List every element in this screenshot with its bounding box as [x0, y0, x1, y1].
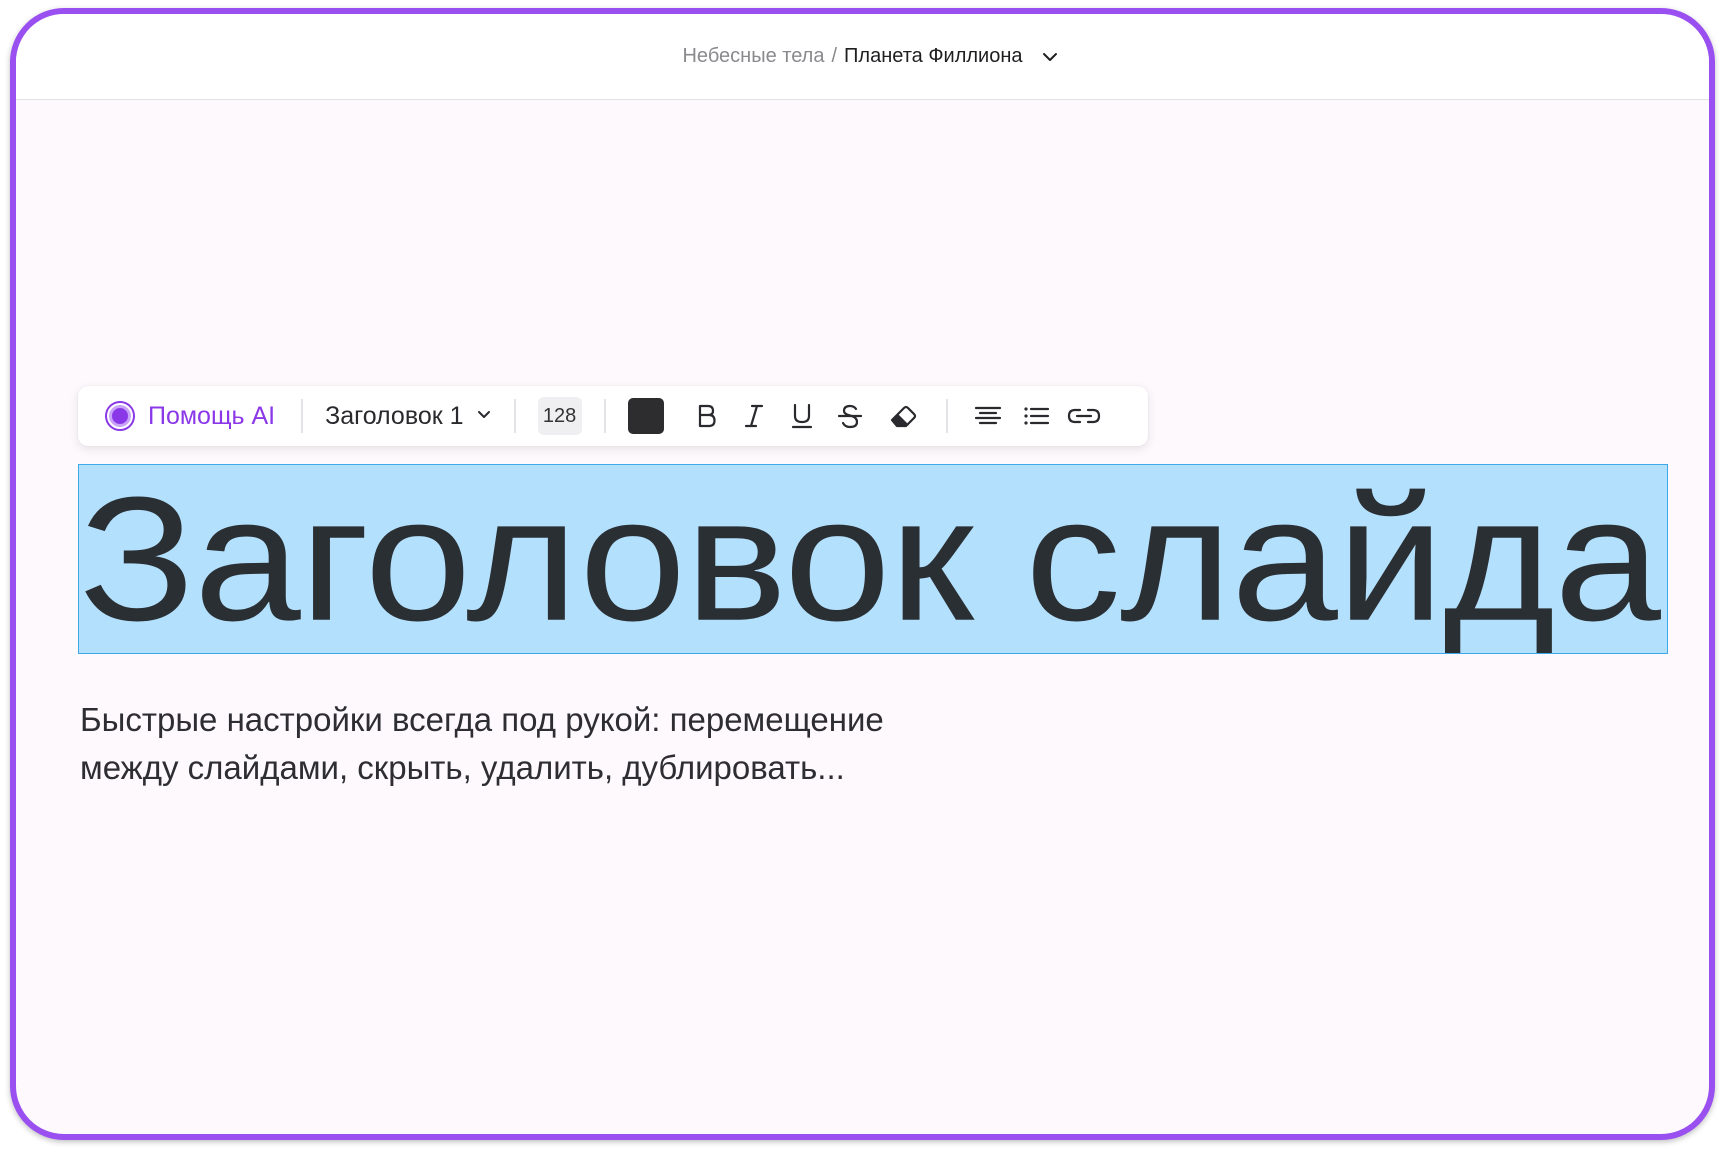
bullet-list-button[interactable]	[1012, 386, 1060, 446]
subtitle-line: между слайдами, скрыть, удалить, дублиро…	[80, 749, 845, 786]
breadcrumb: Небесные тела / Планета Филлиона	[682, 45, 1058, 68]
top-bar: Небесные тела / Планета Филлиона	[16, 14, 1709, 100]
app-frame: Небесные тела / Планета Филлиона Помощь …	[10, 8, 1715, 1140]
slide-heading[interactable]: Заголовок слайда	[79, 470, 1661, 648]
italic-button[interactable]	[730, 386, 778, 446]
underline-button[interactable]	[778, 386, 826, 446]
align-button[interactable]	[964, 386, 1012, 446]
chevron-down-icon	[476, 406, 492, 427]
underline-icon	[791, 403, 812, 429]
ai-help-label: Помощь AI	[148, 401, 276, 430]
ai-help-button[interactable]: Помощь AI	[78, 386, 301, 446]
chevron-down-icon[interactable]	[1041, 48, 1059, 66]
ai-sparkle-icon	[104, 400, 136, 432]
text-format-toolbar: Помощь AI Заголовок 1 128	[78, 386, 1148, 446]
toolbar-divider	[945, 399, 948, 433]
strikethrough-icon	[837, 404, 862, 429]
bold-icon	[698, 404, 716, 428]
breadcrumb-parent[interactable]: Небесные тела	[682, 45, 824, 68]
subtitle-line: Быстрые настройки всегда под рукой: пере…	[80, 701, 884, 738]
bold-button[interactable]	[682, 386, 730, 446]
text-style-dropdown[interactable]: Заголовок 1	[303, 386, 513, 446]
link-icon	[1067, 408, 1100, 424]
eraser-icon	[890, 405, 916, 428]
strikethrough-button[interactable]	[826, 386, 874, 446]
text-color-swatch	[627, 398, 664, 434]
text-style-label: Заголовок 1	[325, 401, 464, 430]
breadcrumb-separator: /	[831, 45, 838, 67]
bullet-list-icon	[1023, 407, 1049, 425]
align-center-icon	[974, 406, 1001, 425]
link-button[interactable]	[1060, 386, 1108, 446]
slide-subtitle[interactable]: Быстрые настройки всегда под рукой: пере…	[80, 696, 1080, 792]
font-size-value[interactable]: 128	[537, 397, 582, 435]
text-color-button[interactable]	[606, 386, 682, 446]
clear-format-button[interactable]	[874, 386, 932, 446]
breadcrumb-current[interactable]: Планета Филлиона	[844, 45, 1022, 68]
selected-heading-block[interactable]: Заголовок слайда	[78, 464, 1668, 654]
italic-icon	[744, 404, 763, 428]
font-size-control[interactable]: 128	[516, 386, 604, 446]
